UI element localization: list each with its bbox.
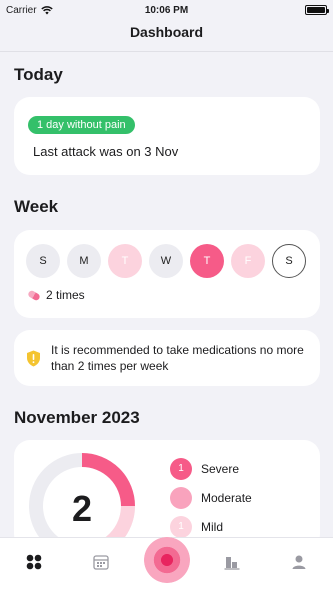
legend-mild-label: Mild — [201, 519, 224, 534]
month-card[interactable]: 2 1 Severe Moderate 1 Mild — [14, 440, 320, 550]
tab-calendar[interactable] — [91, 552, 111, 572]
last-attack-text: Last attack was on 3 Nov — [33, 144, 179, 159]
tab-profile[interactable] — [289, 552, 309, 572]
attack-count: 2 — [71, 488, 93, 529]
day-tuesday[interactable]: T — [108, 244, 142, 278]
status-bar: Carrier 10:06 PM — [0, 0, 333, 20]
day-wednesday[interactable]: W — [149, 244, 183, 278]
today-heading: Today — [14, 65, 63, 84]
day-monday[interactable]: M — [67, 244, 101, 278]
day-saturday[interactable]: S — [272, 244, 306, 278]
day-sunday[interactable]: S — [26, 244, 60, 278]
legend-severe-label: Severe — [201, 461, 240, 476]
week-days: S M T W T F S — [26, 244, 308, 278]
record-attack-button[interactable] — [144, 537, 190, 583]
medication-count: 2 times — [26, 288, 308, 302]
person-icon — [292, 555, 306, 569]
calendar-icon — [93, 555, 109, 570]
day-thursday[interactable]: T — [190, 244, 224, 278]
severity-legend: 1 Severe Moderate 1 Mild — [170, 454, 252, 541]
medication-tip-text: It is recommended to take medications no… — [51, 343, 304, 373]
nav-divider — [0, 51, 333, 52]
battery-icon — [305, 5, 329, 15]
legend-mild-badge: 1 — [170, 515, 192, 538]
legend-moderate-label: Moderate — [201, 490, 252, 505]
grid-icon — [26, 554, 42, 570]
status-time: 10:06 PM — [144, 4, 189, 16]
legend-severe-badge: 1 — [170, 457, 192, 480]
medication-tip-card: It is recommended to take medications no… — [14, 330, 320, 386]
page-title: Dashboard — [129, 24, 204, 40]
tab-dashboard[interactable] — [24, 552, 44, 572]
pill-icon — [27, 288, 41, 302]
legend-severe: 1 Severe — [170, 454, 252, 483]
day-friday[interactable]: F — [231, 244, 265, 278]
month-heading: November 2023 — [14, 408, 140, 427]
week-card: S M T W T F S 2 times — [14, 230, 320, 318]
legend-moderate-badge — [170, 486, 192, 509]
legend-moderate: Moderate — [170, 483, 252, 512]
pain-free-badge: 1 day without pain — [28, 116, 135, 134]
medication-count-label: 2 times — [46, 288, 85, 302]
week-heading: Week — [14, 197, 59, 216]
today-card[interactable]: 1 day without pain Last attack was on 3 … — [14, 97, 320, 175]
bar-chart-icon — [224, 557, 240, 570]
shield-warning-icon — [27, 350, 40, 366]
tab-statistics[interactable] — [222, 552, 242, 572]
